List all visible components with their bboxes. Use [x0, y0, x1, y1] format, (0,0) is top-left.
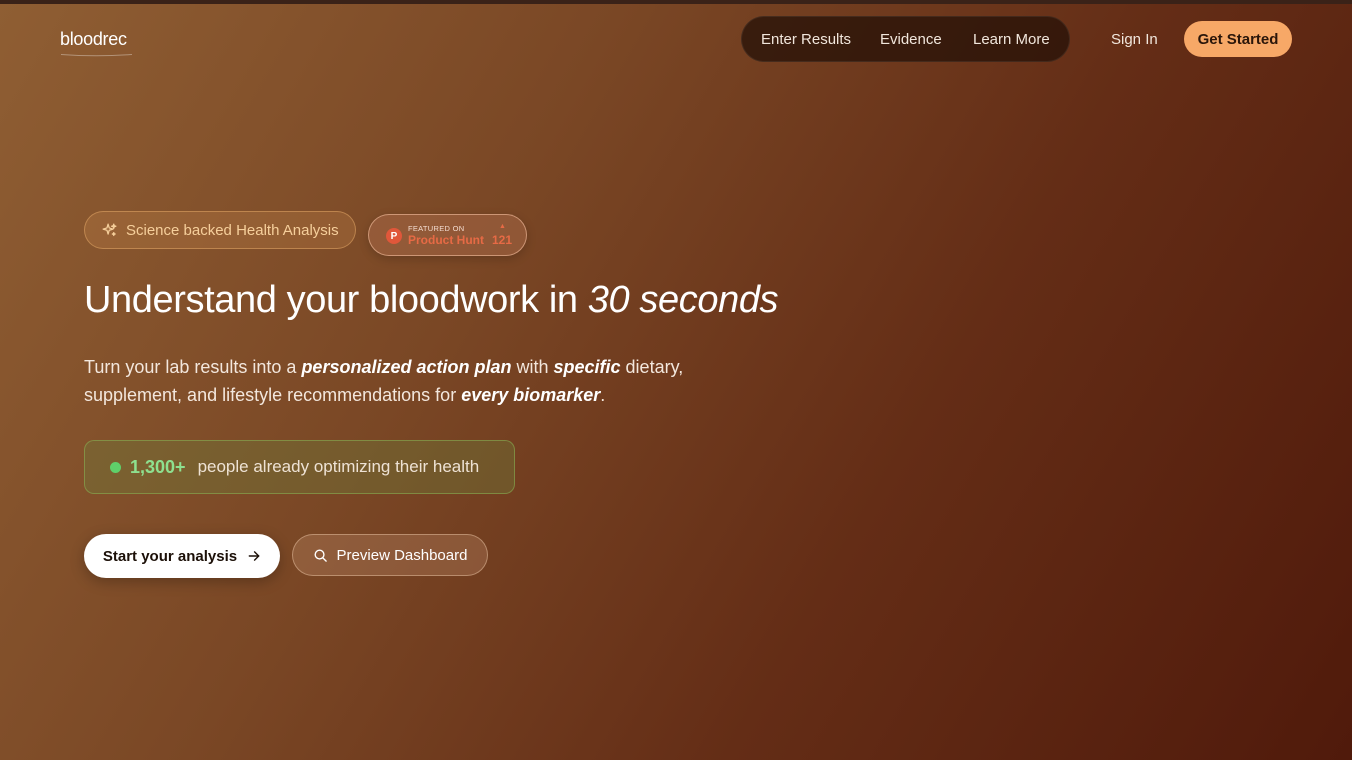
start-analysis-label: Start your analysis [102, 547, 238, 565]
science-badge-label: Science backed Health Analysis [126, 221, 339, 239]
science-badge: Science backed Health Analysis [84, 211, 356, 249]
status-dot-icon [110, 461, 121, 473]
preview-dashboard-button[interactable]: Preview Dashboard [292, 534, 488, 576]
ph-featured-label: FEATURED ON [408, 224, 465, 233]
product-hunt-badge[interactable]: P FEATURED ON Product Hunt ▲ 121 [368, 214, 527, 256]
headline-main: Understand your bloodwork in [84, 279, 588, 321]
nav-enter-results[interactable]: Enter Results [761, 31, 851, 48]
subtitle-text-1: Turn your lab results into a [84, 357, 302, 377]
social-proof-box: 1,300+ people already optimizing their h… [84, 440, 515, 494]
subtitle-text-2: with [511, 357, 554, 377]
nav-learn-more[interactable]: Learn More [973, 31, 1050, 48]
product-hunt-icon: P [386, 228, 402, 244]
headline-emphasis: 30 seconds [587, 279, 779, 321]
search-icon [313, 548, 328, 563]
logo[interactable]: bloodrec [60, 29, 127, 50]
nav-evidence[interactable]: Evidence [880, 31, 942, 48]
top-border [0, 0, 1352, 4]
subtitle-emphasis-2: specific [553, 357, 621, 377]
subtitle-emphasis-3: every biomarker [461, 385, 601, 405]
social-proof-text: people already optimizing their health [197, 457, 480, 476]
preview-dashboard-label: Preview Dashboard [336, 546, 468, 564]
user-count: 1,300+ [130, 456, 186, 477]
start-analysis-button[interactable]: Start your analysis [84, 534, 280, 578]
page-title: Understand your bloodwork in 30 seconds [84, 279, 779, 322]
subtitle-text-4: . [600, 385, 606, 405]
sign-in-link[interactable]: Sign In [1111, 31, 1158, 48]
upvote-arrow-icon: ▲ [499, 223, 506, 230]
arrow-right-icon [247, 549, 261, 563]
hero-subtitle: Turn your lab results into a personalize… [84, 353, 764, 409]
sparkle-icon [101, 222, 118, 239]
subtitle-emphasis-1: personalized action plan [301, 357, 512, 377]
ph-upvote-count: 121 [492, 233, 513, 247]
ph-name: Product Hunt [408, 233, 484, 247]
get-started-button[interactable]: Get Started [1184, 21, 1292, 57]
logo-underline [60, 54, 133, 57]
